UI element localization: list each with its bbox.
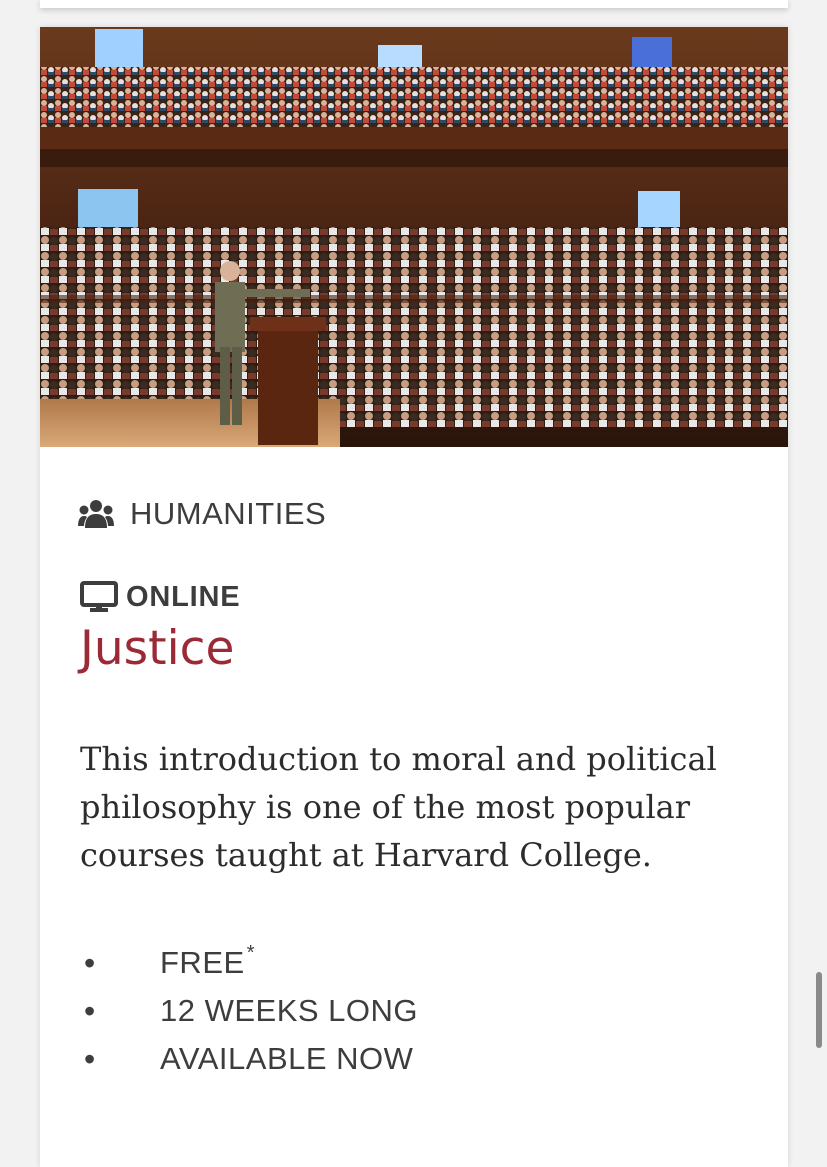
format-label: ONLINE	[126, 580, 241, 613]
detail-duration: • 12 WEEKS LONG	[80, 987, 418, 1035]
monitor-icon	[80, 581, 118, 612]
detail-availability-text: AVAILABLE NOW	[160, 1041, 414, 1076]
course-title-link[interactable]: Justice	[80, 621, 234, 676]
scrollbar-thumb[interactable]	[816, 972, 822, 1048]
bullet-icon: •	[84, 993, 96, 1029]
previous-card-edge	[40, 0, 788, 8]
course-image[interactable]	[40, 27, 788, 447]
detail-availability: • AVAILABLE NOW	[80, 1035, 418, 1083]
category-label: HUMANITIES	[130, 496, 327, 531]
course-category: HUMANITIES	[78, 495, 326, 533]
course-details-list: • FREE * • 12 WEEKS LONG • AVAILABLE NOW	[80, 939, 418, 1083]
course-format: ONLINE	[80, 579, 240, 615]
users-icon	[78, 500, 114, 528]
price-footnote-marker: *	[246, 942, 255, 964]
detail-price: • FREE *	[80, 939, 418, 987]
detail-duration-text: 12 WEEKS LONG	[160, 993, 419, 1028]
course-description: This introduction to moral and political…	[80, 740, 717, 874]
course-card[interactable]: HUMANITIES ONLINE Justice This introduct…	[40, 27, 788, 1167]
bullet-icon: •	[84, 1041, 96, 1077]
detail-price-text: FREE	[160, 945, 245, 980]
bullet-icon: •	[84, 945, 96, 981]
